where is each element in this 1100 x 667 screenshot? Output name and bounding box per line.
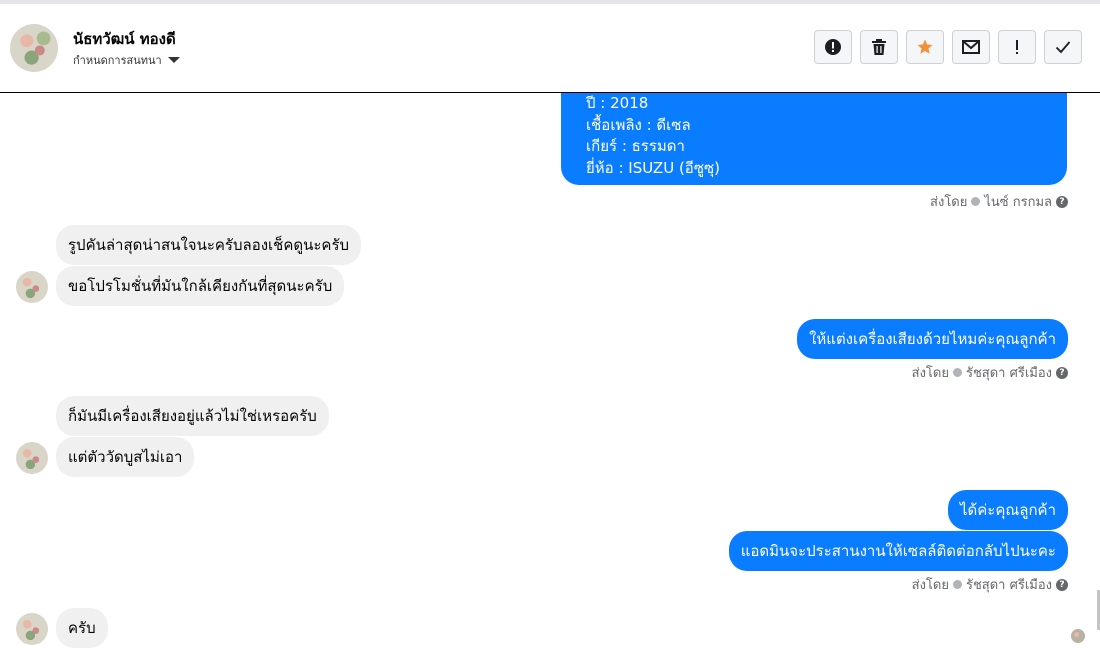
sender-avatar[interactable] bbox=[16, 613, 48, 645]
seen-icon bbox=[952, 580, 962, 589]
help-icon[interactable]: ? bbox=[1056, 366, 1068, 379]
flag-button[interactable] bbox=[998, 30, 1036, 64]
sent-by-label: ส่งโดย รัชสุดา ศรีเมือง ? bbox=[912, 574, 1068, 595]
sender-name: รัชสุดา ศรีเมือง bbox=[965, 366, 1052, 381]
message-text: ให้แต่งเครื่องเสียงด้วยไหมค่ะคุณลูกค้า bbox=[809, 330, 1056, 348]
outgoing-message[interactable]: ปี : 2018 เชื้อเพลิง : ดีเซล เกียร์ : ธร… bbox=[561, 93, 1067, 185]
message-text: ขอโปรโมชั่นที่มันใกล้เคียงกันที่สุดนะครั… bbox=[68, 277, 333, 295]
mark-unread-button[interactable] bbox=[952, 30, 990, 64]
incoming-message[interactable]: ขอโปรโมชั่นที่มันใกล้เคียงกันที่สุดนะครั… bbox=[56, 266, 345, 306]
outgoing-message[interactable]: ให้แต่งเครื่องเสียงด้วยไหมค่ะคุณลูกค้า bbox=[797, 319, 1068, 359]
alert-circle-icon bbox=[825, 39, 841, 55]
help-icon[interactable]: ? bbox=[1056, 578, 1068, 591]
message-text: ได้ค่ะคุณลูกค้า bbox=[959, 501, 1056, 519]
toolbar bbox=[814, 30, 1082, 64]
trash-icon bbox=[872, 39, 886, 55]
caret-down-icon bbox=[167, 57, 180, 63]
done-button[interactable] bbox=[1044, 30, 1082, 64]
star-button[interactable] bbox=[906, 30, 944, 64]
sender-avatar[interactable] bbox=[16, 271, 48, 303]
outgoing-message[interactable]: แอดมินจะประสานงานให้เซลล์ติดต่อกลับไปนะค… bbox=[728, 531, 1068, 571]
outgoing-message[interactable]: ได้ค่ะคุณลูกค้า bbox=[947, 490, 1068, 530]
incoming-message[interactable]: ก็มันมีเครื่องเสียงอยู่แล้วไม่ใช่เหรอครั… bbox=[56, 396, 329, 436]
seen-icon bbox=[971, 197, 981, 206]
message-text: ครับ bbox=[68, 619, 96, 637]
delete-button[interactable] bbox=[860, 30, 898, 64]
incoming-message[interactable]: รูปคันล่าสุดน่าสนใจนะครับลองเช็คดูนะครับ bbox=[56, 225, 362, 265]
sent-by-prefix: ส่งโดย bbox=[911, 578, 949, 593]
star-icon bbox=[917, 39, 933, 54]
sender-name: รัชสุดา ศรีเมือง bbox=[965, 578, 1052, 593]
envelope-icon bbox=[962, 40, 980, 54]
check-icon bbox=[1055, 41, 1071, 54]
message-line: เกียร์ : ธรรมดา bbox=[586, 137, 685, 155]
message-text: แต่ตัววัดบูสไม่เอา bbox=[68, 448, 183, 466]
sent-by-label: ส่งโดย รัชสุดา ศรีเมือง ? bbox=[912, 362, 1068, 383]
message-line: เชื้อเพลิง : ดีเซล bbox=[586, 115, 691, 134]
help-icon[interactable]: ? bbox=[1056, 195, 1068, 208]
message-line: ยี่ห้อ : ISUZU (อีซูซุ) bbox=[586, 158, 721, 177]
report-button[interactable] bbox=[814, 30, 852, 64]
incoming-message[interactable]: ครับ bbox=[56, 608, 108, 648]
exclamation-icon bbox=[1016, 40, 1018, 54]
message-line: ปี : 2018 bbox=[586, 94, 649, 112]
sent-by-prefix: ส่งโดย bbox=[930, 195, 968, 210]
incoming-message[interactable]: แต่ตัววัดบูสไม่เอา bbox=[56, 437, 195, 477]
read-receipt-avatar bbox=[1071, 629, 1085, 643]
contact-avatar[interactable] bbox=[10, 24, 58, 72]
sent-by-label: ส่งโดย ไนซ์ กรกมล ? bbox=[930, 191, 1068, 212]
conversation-menu[interactable]: กำหนดการสนทนา bbox=[73, 51, 180, 69]
sender-avatar[interactable] bbox=[16, 442, 48, 474]
conversation-menu-label: กำหนดการสนทนา bbox=[73, 54, 162, 67]
seen-icon bbox=[952, 368, 962, 377]
sender-name: ไนซ์ กรกมล bbox=[984, 195, 1052, 210]
conversation-header: นัธทวัฒน์ ทองดี กำหนดการสนทนา bbox=[0, 4, 1100, 93]
message-thread[interactable]: ปี : 2018 เชื้อเพลิง : ดีเซล เกียร์ : ธร… bbox=[0, 93, 1100, 667]
message-text: แอดมินจะประสานงานให้เซลล์ติดต่อกลับไปนะค… bbox=[740, 542, 1056, 560]
contact-name[interactable]: นัธทวัฒน์ ทองดี bbox=[73, 27, 176, 51]
message-text: ก็มันมีเครื่องเสียงอยู่แล้วไม่ใช่เหรอครั… bbox=[68, 407, 317, 425]
sent-by-prefix: ส่งโดย bbox=[911, 366, 949, 381]
message-text: รูปคันล่าสุดน่าสนใจนะครับลองเช็คดูนะครับ bbox=[68, 236, 350, 254]
